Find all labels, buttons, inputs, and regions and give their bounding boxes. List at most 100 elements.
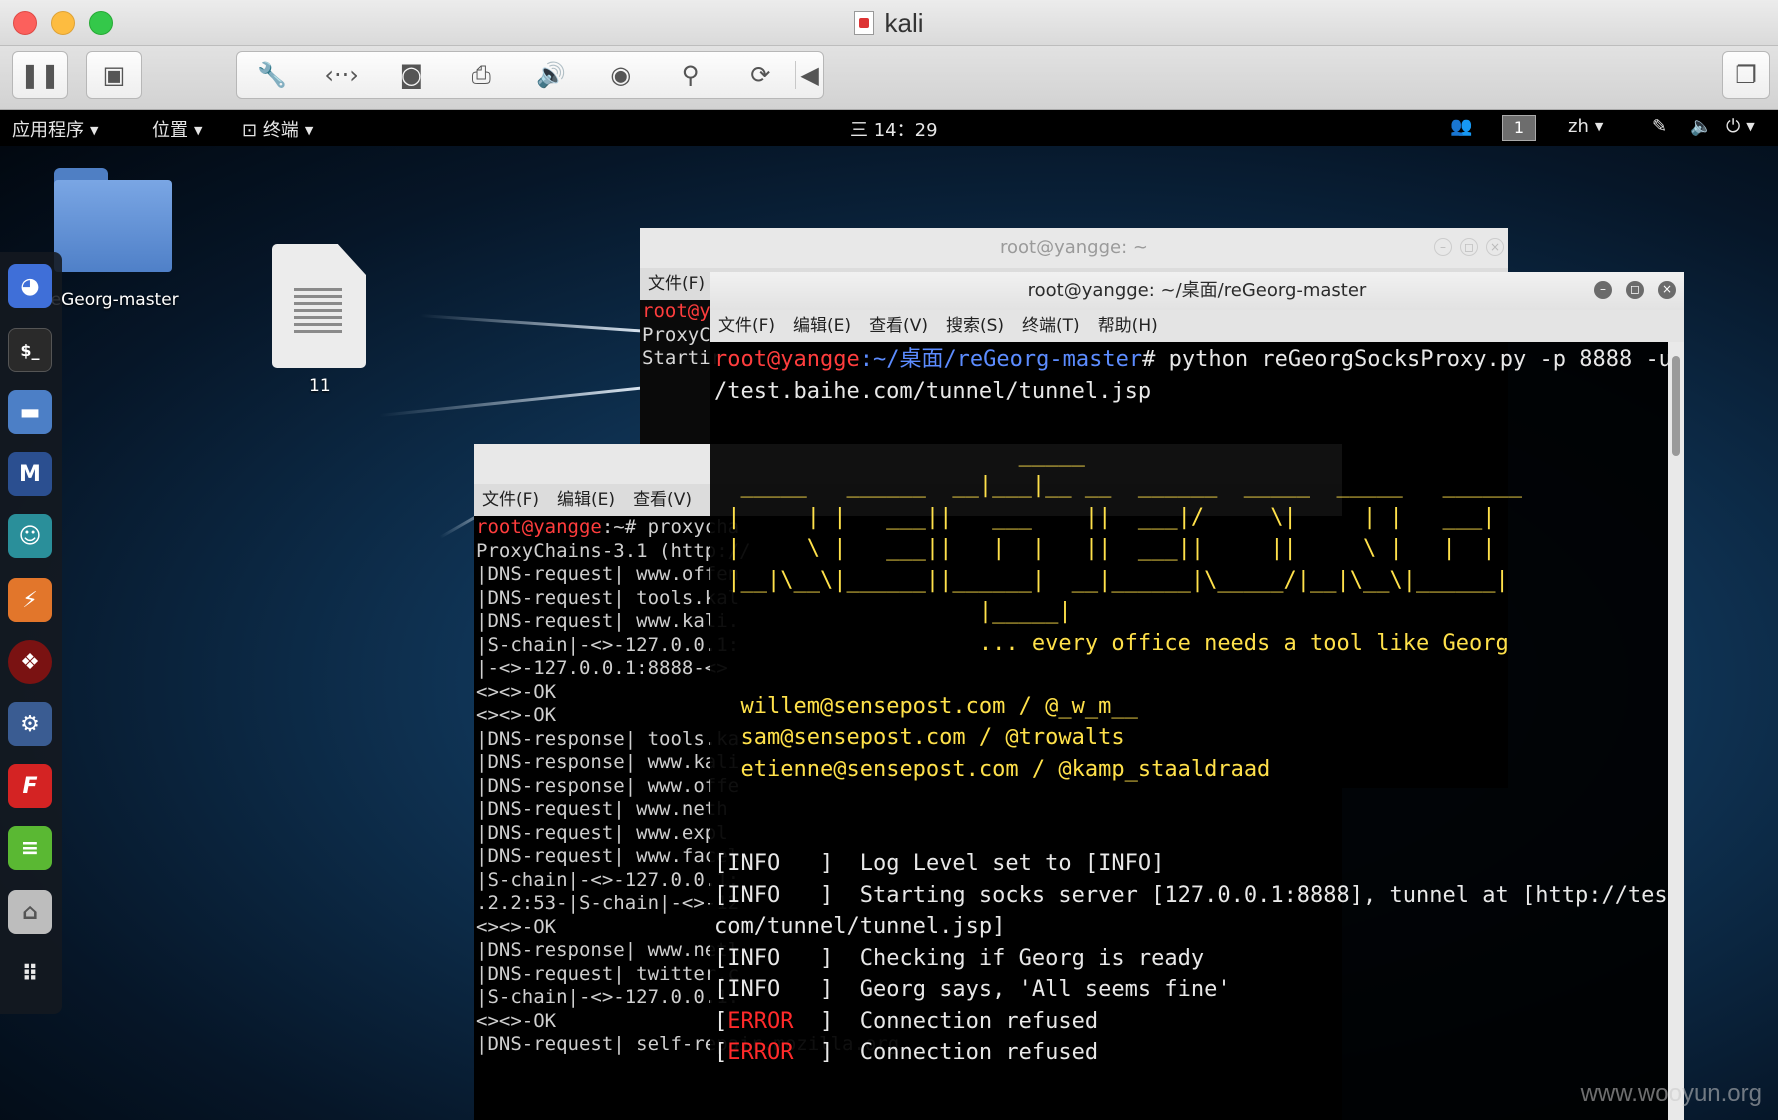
volume-icon[interactable]: 🔊 [516, 61, 586, 89]
camera-icon[interactable]: ◉ [586, 61, 656, 89]
banner-line: | | | ___|| ___ || ___|/ \| | | ___| [714, 504, 1496, 530]
terminal-window-regeorg[interactable]: root@yangge: ~/桌面/reGeorg-master – ◻ × 文… [710, 272, 1684, 1120]
term-line: |DNS-request| www.expl [476, 821, 728, 844]
wrench-icon[interactable]: 🔧 [237, 61, 307, 89]
collapse-icon[interactable]: ◀ [795, 61, 823, 89]
windows-button[interactable]: ❐ [1722, 51, 1770, 99]
folder-label[interactable]: reGeorg-master [44, 290, 179, 310]
dock: ◕ $_ ▬ M ☺ ⚡ ❖ ⚙ F ≡ ⌂ ⠿ [0, 252, 62, 1014]
printer-icon[interactable]: ⎙ [446, 61, 516, 89]
term-line: |DNS-response| www.netl [476, 939, 740, 961]
network-icon[interactable]: ‹··› [307, 61, 377, 89]
prompt-user: root@yangge [714, 347, 860, 372]
term-line: |DNS-request| www.neth [476, 798, 728, 820]
log-level-error: ERROR [727, 1040, 794, 1065]
log-level-error: ERROR [727, 1008, 794, 1034]
terminal-menu[interactable]: ⊡ 终端 ▼ [242, 116, 313, 142]
wallpaper-streak [379, 385, 649, 417]
term-line: root@y [642, 300, 711, 322]
places-label: 位置 [152, 120, 188, 141]
users-icon[interactable]: 👥 [1450, 116, 1472, 137]
dock-metasploit-icon[interactable]: M [8, 452, 52, 496]
banner-line: _____ ______ __|___|__ __ ______ _____ _… [714, 473, 1522, 498]
term-line: |DNS-request| www.kali. [476, 610, 740, 632]
minimize-icon[interactable]: – [1594, 281, 1612, 299]
snapshot-button[interactable]: ▣ [86, 51, 142, 99]
folder-icon[interactable] [54, 168, 172, 272]
menu-file[interactable]: 文件(F) [648, 274, 705, 294]
prompt-path: :~/桌面/reGeorg-master [859, 347, 1143, 372]
banner-line: | \ | ___|| | | || ___|| || \ | | | [714, 536, 1496, 561]
scrollbar-thumb[interactable] [1672, 356, 1680, 456]
dock-notes-icon[interactable]: ≡ [8, 826, 52, 870]
maximize-icon[interactable]: ◻ [1626, 281, 1644, 299]
menu-edit[interactable]: 编辑(E) [793, 316, 851, 336]
menu-file[interactable]: 文件(F) [482, 490, 539, 510]
disk-icon[interactable]: ◙ [377, 61, 447, 89]
scrollbar[interactable] [1668, 342, 1684, 1120]
refresh-icon[interactable]: ⟳ [725, 61, 795, 89]
language-label: zh [1568, 116, 1589, 137]
dock-beef-icon[interactable]: F [8, 764, 52, 808]
log-message: Checking if Georg is ready [859, 945, 1205, 971]
windows-icon: ❐ [1735, 61, 1757, 89]
menu-view[interactable]: 查看(V) [633, 490, 692, 510]
terminal-output[interactable]: root@yangge:~/桌面/reGeorg-master# python … [710, 342, 1684, 1069]
minimize-icon[interactable]: – [1434, 238, 1452, 256]
menu-view[interactable]: 查看(V) [869, 316, 928, 336]
menu-file[interactable]: 文件(F) [718, 316, 775, 336]
terminal-label: 终端 [262, 120, 299, 141]
term-line: <><>-OK [476, 680, 557, 703]
menu-help[interactable]: 帮助(H) [1098, 316, 1158, 336]
text-file-icon[interactable] [272, 244, 366, 368]
applications-menu[interactable]: 应用程序 ▼ [12, 116, 98, 142]
chevron-down-icon: ▼ [90, 124, 99, 137]
prompt-user: root@yangge [476, 516, 602, 538]
usb-icon[interactable]: ⚲ [656, 61, 726, 89]
clock-text: 三 14：29 [850, 120, 938, 141]
snapshot-icon: ▣ [102, 61, 126, 89]
dock-faraday-icon[interactable]: ❖ [8, 640, 52, 684]
kali-top-panel: 应用程序 ▼ 位置 ▼ ⊡ 终端 ▼ 三 14：29 👥 1 zh ▼ ✎ 🔈 ⏻ ▼ [0, 110, 1778, 146]
language-menu[interactable]: zh ▼ [1568, 116, 1603, 137]
log-level: INFO [727, 851, 781, 876]
file-label[interactable]: 11 [309, 376, 331, 396]
dock-maltego-icon[interactable]: ⚙ [8, 702, 52, 746]
vm-document-icon [854, 11, 875, 35]
term-line: |DNS-response| tools.ka [476, 727, 740, 750]
menu-edit[interactable]: 编辑(E) [557, 490, 615, 510]
close-icon[interactable]: × [1486, 238, 1504, 256]
dock-armitage-icon[interactable]: ☺ [8, 514, 52, 558]
dock-files-icon[interactable]: ▬ [8, 390, 52, 434]
screen: kali ❚❚ ▣ 🔧 ‹··› ◙ ⎙ 🔊 ◉ ⚲ ⟳ ◀ ❐ 应用程序 ▼ 位… [0, 0, 1778, 1120]
places-menu[interactable]: 位置 ▼ [152, 116, 202, 142]
dock-terminal-icon[interactable]: $_ [8, 328, 52, 372]
credit-line: sam@sensepost.com / @trowalts [740, 725, 1125, 750]
log-level: INFO [727, 977, 781, 1002]
term-line: |DNS-request| www.offen [476, 563, 740, 585]
pause-button[interactable]: ❚❚ [12, 51, 68, 99]
menu-terminal[interactable]: 终端(T) [1022, 316, 1080, 336]
term-line: |DNS-request| tools.kal [476, 586, 740, 609]
dock-app-browser-icon[interactable]: ◕ [8, 264, 52, 308]
log-message: Connection refused [859, 1008, 1099, 1034]
dock-burp-icon[interactable]: ⚡ [8, 578, 52, 622]
log-level: INFO [727, 945, 781, 971]
menu-search[interactable]: 搜索(S) [946, 316, 1004, 336]
maximize-icon[interactable]: ◻ [1460, 238, 1478, 256]
dock-screenshot-icon[interactable]: ⌂ [8, 890, 52, 934]
dock-show-apps-icon[interactable]: ⠿ [8, 952, 52, 996]
term-line: |DNS-response| www.kali [476, 751, 740, 773]
chevron-down-icon: ▼ [304, 124, 314, 137]
pen-icon[interactable]: ✎ [1652, 116, 1667, 137]
term-line: |S-chain|-<>-127.0.0.1: [476, 868, 740, 891]
prompt-command: # python reGeorgSocksProxy.py -p 8888 -u… [1142, 347, 1672, 372]
watermark: www.wooyun.org [1580, 1080, 1762, 1107]
volume-icon[interactable]: 🔈 [1690, 116, 1712, 137]
term-line: |-<>-127.0.0.1:8888-<> [476, 657, 728, 679]
workspace-indicator[interactable]: 1 [1502, 115, 1536, 141]
clock[interactable]: 三 14：29 [850, 116, 938, 142]
close-icon[interactable]: × [1658, 281, 1676, 299]
log-message: Log Level set to [INFO] [859, 851, 1165, 876]
power-icon[interactable]: ⏻ ▼ [1726, 116, 1755, 137]
